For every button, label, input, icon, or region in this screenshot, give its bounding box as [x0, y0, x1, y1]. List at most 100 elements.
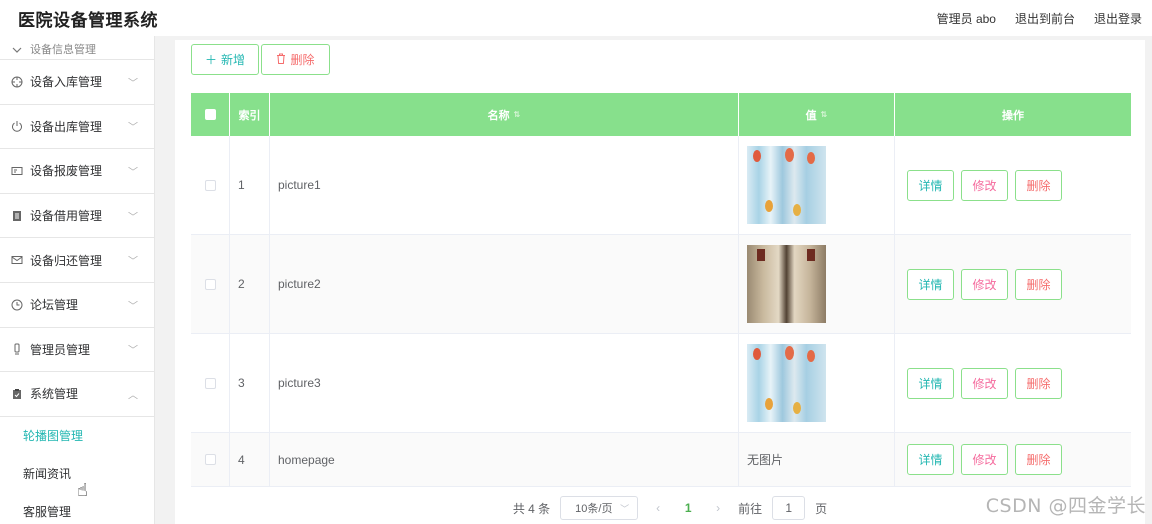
main-panel: ＋ 新增 删除 索引 名称 ⇅ 值 ⇅ 操作 1 picture1 详情 修改 …: [175, 40, 1145, 524]
target-icon: [11, 76, 23, 88]
row-checkbox[interactable]: [204, 377, 216, 389]
sidebar-item-device-inbound[interactable]: 设备入库管理 ﹀: [0, 60, 154, 105]
sidebar-item-device-outbound[interactable]: 设备出库管理 ﹀: [0, 105, 154, 150]
sidebar-subitem-carousel[interactable]: 轮播图管理: [0, 417, 154, 455]
header-value[interactable]: 值 ⇅: [739, 93, 895, 136]
sidebar-item-label: 系统管理: [30, 387, 79, 402]
batch-delete-button[interactable]: 删除: [261, 44, 330, 75]
row-ops: 详情 修改 删除: [895, 433, 1131, 486]
row-index: 2: [230, 235, 270, 333]
sidebar-item-device-info[interactable]: 设备信息管理: [0, 36, 154, 60]
sidebar: 设备信息管理 设备入库管理 ﹀ 设备出库管理 ﹀ 设备报废管理 ﹀ 设备借用管理…: [0, 36, 155, 524]
card-icon: [11, 165, 23, 177]
table-row: 4 homepage 无图片 详情 修改 删除: [191, 433, 1131, 487]
document-icon: [11, 210, 23, 222]
row-name: picture3: [270, 334, 739, 432]
row-checkbox[interactable]: [204, 454, 216, 465]
power-icon: [11, 120, 23, 133]
header-ops: 操作: [1002, 109, 1024, 122]
delete-button-label: 删除: [290, 53, 315, 67]
goto-page-input[interactable]: 1: [772, 496, 806, 520]
row-value: [739, 334, 895, 432]
header-value-label: 值: [805, 109, 817, 122]
row-checkbox[interactable]: [204, 278, 216, 290]
detail-button[interactable]: 详情: [907, 268, 954, 300]
detail-button[interactable]: 详情: [907, 169, 954, 201]
add-button[interactable]: ＋ 新增: [191, 44, 259, 75]
sidebar-item-system[interactable]: 系统管理 ︿: [0, 372, 154, 417]
admin-user-label[interactable]: 管理员 abo: [937, 10, 996, 27]
edit-button[interactable]: 修改: [961, 169, 1008, 201]
sidebar-item-forum[interactable]: 论坛管理 ﹀: [0, 283, 154, 328]
detail-button[interactable]: 详情: [907, 444, 954, 475]
row-index: 3: [230, 334, 270, 432]
chevron-down-icon: ﹀: [128, 301, 138, 313]
page-size-value: 10条/页: [575, 503, 613, 515]
row-value: [739, 235, 895, 333]
row-name: picture1: [270, 136, 739, 234]
row-index: 1: [230, 136, 270, 234]
row-checkbox[interactable]: [204, 179, 216, 191]
row-name: picture2: [270, 235, 739, 333]
clipboard-icon: [11, 388, 23, 400]
phone-icon: [11, 343, 23, 355]
chevron-down-icon: ﹀: [128, 256, 138, 268]
page-size-select[interactable]: 10条/页 ﹀: [560, 496, 639, 520]
sort-icon[interactable]: ⇅: [514, 110, 521, 119]
sidebar-item-label: 设备归还管理: [30, 253, 103, 268]
sidebar-item-admin[interactable]: 管理员管理 ﹀: [0, 328, 154, 373]
carousel-thumbnail-image: [747, 245, 826, 323]
sidebar-item-label: 设备报废管理: [30, 164, 103, 179]
top-header: 医院设备管理系统 管理员 abo 退出到前台 退出登录: [0, 0, 1152, 36]
sort-icon[interactable]: ⇅: [821, 110, 828, 119]
row-check-cell: [191, 136, 230, 234]
mouse-cursor-icon: ☝: [77, 480, 88, 500]
sidebar-item-device-borrow[interactable]: 设备借用管理 ﹀: [0, 194, 154, 239]
edit-button[interactable]: 修改: [961, 444, 1008, 475]
row-value-text: 无图片: [739, 433, 895, 486]
page-number-current[interactable]: 1: [678, 501, 698, 515]
chevron-down-icon: ﹀: [620, 503, 630, 514]
table-row: 3 picture3 详情 修改 删除: [191, 334, 1131, 433]
mail-icon: [11, 254, 23, 266]
exit-to-front-link[interactable]: 退出到前台: [1015, 10, 1075, 27]
chevron-up-icon: ︿: [128, 390, 138, 402]
row-check-cell: [191, 235, 230, 333]
table-row: 1 picture1 详情 修改 删除: [191, 136, 1131, 235]
data-table: 索引 名称 ⇅ 值 ⇅ 操作 1 picture1 详情 修改 删除 2 pic…: [191, 93, 1131, 487]
chevron-down-icon: ﹀: [128, 212, 138, 224]
page-suffix: 页: [815, 501, 828, 516]
delete-button[interactable]: 删除: [1015, 169, 1062, 201]
goto-label: 前往: [738, 501, 763, 516]
header-name[interactable]: 名称 ⇅: [270, 93, 739, 136]
next-page-icon[interactable]: ›: [708, 501, 728, 515]
row-ops: 详情 修改 删除: [895, 136, 1131, 234]
chevron-down-icon: ﹀: [128, 167, 138, 179]
select-all-cell: [191, 93, 230, 136]
add-button-label: 新增: [221, 53, 246, 67]
edit-button[interactable]: 修改: [961, 367, 1008, 399]
delete-button[interactable]: 删除: [1015, 444, 1062, 475]
header-actions: 管理员 abo 退出到前台 退出登录: [937, 10, 1142, 27]
carousel-thumbnail-image: [747, 344, 826, 422]
row-check-cell: [191, 334, 230, 432]
detail-button[interactable]: 详情: [907, 367, 954, 399]
select-all-checkbox[interactable]: [204, 109, 216, 120]
header-name-label: 名称: [487, 109, 510, 122]
delete-button[interactable]: 删除: [1015, 268, 1062, 300]
sidebar-item-label: 管理员管理: [30, 342, 91, 357]
row-value: [739, 136, 895, 234]
sidebar-item-device-return[interactable]: 设备归还管理 ﹀: [0, 238, 154, 283]
table-header: 索引 名称 ⇅ 值 ⇅ 操作: [191, 93, 1131, 136]
table-row: 2 picture2 详情 修改 删除: [191, 235, 1131, 334]
tag-icon: [11, 45, 23, 57]
row-index: 4: [230, 433, 270, 486]
delete-button[interactable]: 删除: [1015, 367, 1062, 399]
edit-button[interactable]: 修改: [961, 268, 1008, 300]
logout-link[interactable]: 退出登录: [1094, 10, 1142, 27]
clock-icon: [11, 299, 23, 311]
app-title: 医院设备管理系统: [18, 10, 158, 30]
prev-page-icon[interactable]: ‹: [648, 501, 668, 515]
sidebar-item-label: 设备出库管理: [30, 119, 103, 134]
sidebar-item-device-scrap[interactable]: 设备报废管理 ﹀: [0, 149, 154, 194]
